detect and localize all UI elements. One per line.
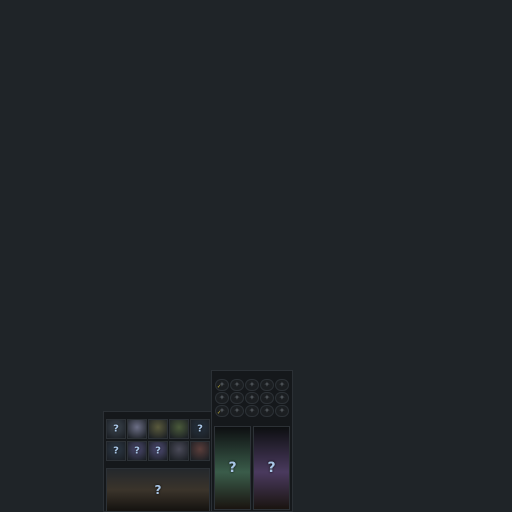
achievement-slot[interactable]: ✦ <box>230 405 244 417</box>
star-icon: ✦ <box>263 393 271 402</box>
achievement-slot[interactable]: ✦ <box>230 379 244 391</box>
question-mark-icon: ? <box>228 460 237 476</box>
question-mark-icon: ? <box>197 423 203 435</box>
question-mark-icon: ? <box>134 445 140 457</box>
card-slot[interactable]: ? <box>190 419 210 439</box>
achievement-slot[interactable]: ✦ <box>275 405 289 417</box>
achievement-slot[interactable]: ✦ <box>245 379 259 391</box>
card-slot[interactable] <box>169 419 189 439</box>
question-mark-icon: ? <box>113 423 119 435</box>
game-viewport: ✦ ✓ ✦ ✦ ✦ ✦ ✦ ✦ ✦ ✦ ✦ ✦ ✓ ✦ ✦ ✦ ✦ ?? ?? ??? ? <box>0 0 512 512</box>
checkmark-icon: ✓ <box>217 384 222 390</box>
card-slot[interactable] <box>127 419 147 439</box>
collection-panel-upper: ✦ ✓ ✦ ✦ ✦ ✦ ✦ ✦ ✦ ✦ ✦ ✦ ✓ ✦ ✦ ✦ ✦ ?? <box>211 370 293 512</box>
card-slot[interactable] <box>169 441 189 461</box>
achievement-slot[interactable]: ✦ <box>215 392 229 404</box>
portrait-row: ?? <box>212 426 292 510</box>
card-slot[interactable] <box>190 441 210 461</box>
achievement-slot[interactable]: ✦ <box>260 379 274 391</box>
scene-banner[interactable]: ? <box>106 468 210 512</box>
hero-portrait[interactable]: ? <box>214 426 251 510</box>
achievement-slot[interactable]: ✦ <box>275 379 289 391</box>
question-mark-icon: ? <box>154 483 162 497</box>
star-icon: ✦ <box>233 406 241 415</box>
star-icon: ✦ <box>278 406 286 415</box>
collection-panel-lower: ?? ??? ? <box>103 411 212 512</box>
card-slot[interactable]: ? <box>127 441 147 461</box>
question-mark-icon: ? <box>113 445 119 457</box>
star-icon: ✦ <box>263 406 271 415</box>
achievement-slot[interactable]: ✦ <box>260 405 274 417</box>
question-mark-icon: ? <box>267 460 276 476</box>
star-icon: ✦ <box>263 380 271 389</box>
achievement-slot[interactable]: ✦ <box>260 392 274 404</box>
achievement-slot[interactable]: ✦ <box>245 405 259 417</box>
star-icon: ✦ <box>248 380 256 389</box>
star-icon: ✦ <box>233 393 241 402</box>
achievement-slot[interactable]: ✦ <box>275 392 289 404</box>
star-icon: ✦ <box>218 393 226 402</box>
card-slot[interactable]: ? <box>106 419 126 439</box>
achievement-slot[interactable]: ✦ ✓ <box>215 379 229 391</box>
checkmark-icon: ✓ <box>217 410 222 416</box>
star-icon: ✦ <box>248 393 256 402</box>
card-slot[interactable]: ? <box>148 441 168 461</box>
question-mark-icon: ? <box>155 445 161 457</box>
card-row-2: ??? <box>104 440 211 462</box>
star-icon: ✦ <box>278 393 286 402</box>
achievement-grid: ✦ ✓ ✦ ✦ ✦ ✦ ✦ ✦ ✦ ✦ ✦ ✦ ✓ ✦ ✦ ✦ ✦ <box>212 377 292 419</box>
star-icon: ✦ <box>233 380 241 389</box>
banner-row: ? <box>104 468 211 512</box>
card-slot[interactable] <box>148 419 168 439</box>
card-slot[interactable]: ? <box>106 441 126 461</box>
achievement-slot[interactable]: ✦ <box>245 392 259 404</box>
card-row-1: ?? <box>104 418 211 440</box>
hero-portrait[interactable]: ? <box>253 426 290 510</box>
achievement-slot[interactable]: ✦ ✓ <box>215 405 229 417</box>
achievement-slot[interactable]: ✦ <box>230 392 244 404</box>
star-icon: ✦ <box>248 406 256 415</box>
star-icon: ✦ <box>278 380 286 389</box>
